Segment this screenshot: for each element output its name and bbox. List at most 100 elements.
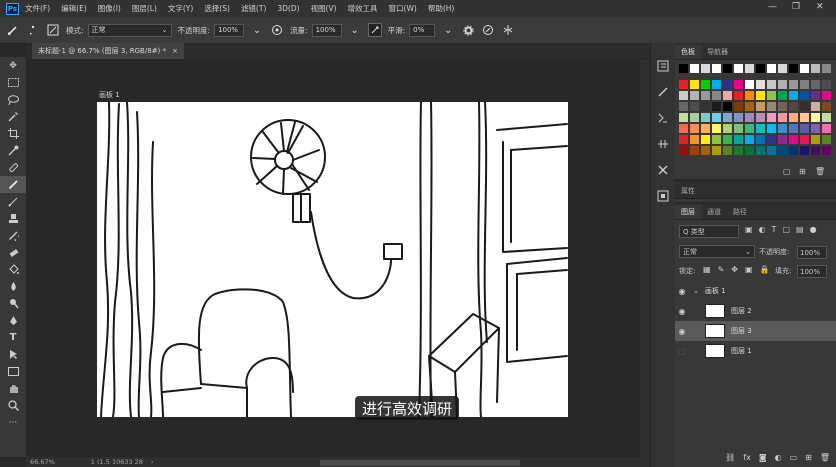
- tab-properties[interactable]: 属性: [675, 184, 701, 198]
- new-layer-icon[interactable]: ⊞: [805, 453, 812, 467]
- color-swatch[interactable]: [745, 91, 754, 100]
- opacity-input[interactable]: 100%: [214, 23, 245, 37]
- color-swatch[interactable]: [723, 64, 732, 73]
- filter-toggle-icon[interactable]: ●: [810, 225, 817, 234]
- color-swatch[interactable]: [811, 80, 820, 89]
- color-swatch[interactable]: [811, 124, 820, 133]
- lock-all-icon[interactable]: 🔒: [760, 265, 770, 274]
- color-swatch[interactable]: [734, 80, 743, 89]
- color-swatch[interactable]: [690, 91, 699, 100]
- brush-settings-panel-icon[interactable]: [651, 79, 675, 105]
- color-swatch[interactable]: [800, 64, 809, 73]
- new-group-icon[interactable]: ▭: [790, 453, 798, 467]
- healing-brush-icon[interactable]: [0, 159, 26, 176]
- color-swatch[interactable]: [778, 64, 787, 73]
- color-swatch[interactable]: [734, 135, 743, 144]
- chevron-down-icon[interactable]: ⌄: [441, 23, 455, 37]
- menu-file[interactable]: 文件(F): [25, 3, 50, 14]
- lasso-tool-icon[interactable]: [0, 91, 26, 108]
- close-window-button[interactable]: ✕: [816, 2, 824, 12]
- close-tab-icon[interactable]: ×: [172, 47, 178, 55]
- tools-preset-panel-icon[interactable]: [651, 157, 675, 183]
- type-tool-icon[interactable]: T: [0, 329, 26, 346]
- color-swatch[interactable]: [756, 113, 765, 122]
- color-swatch[interactable]: [745, 102, 754, 111]
- chevron-down-icon[interactable]: ⌄: [693, 287, 699, 295]
- color-swatch[interactable]: [679, 80, 688, 89]
- new-swatch-icon[interactable]: ⊞: [799, 167, 806, 176]
- airbrush-icon[interactable]: [367, 23, 382, 37]
- color-swatch[interactable]: [723, 124, 732, 133]
- symmetry-icon[interactable]: [501, 23, 515, 37]
- menu-help[interactable]: 帮助(H): [428, 3, 455, 14]
- color-swatch[interactable]: [789, 102, 798, 111]
- color-swatch[interactable]: [679, 102, 688, 111]
- color-swatch[interactable]: [811, 64, 820, 73]
- color-swatch[interactable]: [800, 124, 809, 133]
- menu-layer[interactable]: 图层(L): [132, 3, 157, 14]
- zoom-level[interactable]: 66.67%: [30, 458, 55, 466]
- color-swatch[interactable]: [679, 113, 688, 122]
- color-swatch[interactable]: [690, 80, 699, 89]
- glyphs-panel-icon[interactable]: [651, 183, 675, 209]
- fill-input[interactable]: 100%: [797, 265, 827, 278]
- layer-opacity-input[interactable]: 100%: [797, 246, 827, 259]
- minimize-button[interactable]: —: [768, 2, 777, 12]
- color-swatch[interactable]: [745, 113, 754, 122]
- color-swatch[interactable]: [767, 146, 776, 155]
- color-swatch[interactable]: [712, 102, 721, 111]
- color-swatch[interactable]: [734, 64, 743, 73]
- layer-row-selected[interactable]: ◉ 图层 3: [675, 321, 836, 341]
- color-swatch[interactable]: [767, 135, 776, 144]
- link-layers-icon[interactable]: ⛓: [725, 453, 735, 467]
- color-swatch[interactable]: [800, 135, 809, 144]
- menu-select[interactable]: 选择(S): [204, 3, 230, 14]
- color-swatch[interactable]: [800, 102, 809, 111]
- delete-swatch-icon[interactable]: 🗑: [815, 167, 825, 176]
- color-swatch[interactable]: [811, 135, 820, 144]
- crop-tool-icon[interactable]: [0, 125, 26, 142]
- pressure-opacity-icon[interactable]: [270, 23, 284, 37]
- color-swatch[interactable]: [822, 124, 831, 133]
- color-swatch[interactable]: [756, 64, 765, 73]
- color-swatch[interactable]: [679, 91, 688, 100]
- color-swatch[interactable]: [778, 80, 787, 89]
- maximize-button[interactable]: ❐: [792, 2, 800, 12]
- smoothing-input[interactable]: 0%: [409, 23, 436, 37]
- color-swatch[interactable]: [789, 124, 798, 133]
- color-swatch[interactable]: [679, 124, 688, 133]
- color-swatch[interactable]: [679, 64, 688, 73]
- libraries-panel-icon[interactable]: [651, 105, 675, 131]
- color-swatch[interactable]: [745, 135, 754, 144]
- color-swatch[interactable]: [800, 91, 809, 100]
- chevron-right-icon[interactable]: ›: [151, 458, 154, 466]
- eye-icon[interactable]: ◉: [675, 327, 689, 336]
- color-swatch[interactable]: [712, 80, 721, 89]
- color-swatch[interactable]: [690, 124, 699, 133]
- brush-tool-icon[interactable]: [0, 176, 26, 193]
- color-swatch[interactable]: [789, 80, 798, 89]
- color-swatch[interactable]: [734, 102, 743, 111]
- lock-artboard-icon[interactable]: ▣: [745, 265, 753, 274]
- eye-icon[interactable]: ◉: [675, 287, 689, 296]
- blur-tool-icon[interactable]: [0, 278, 26, 295]
- color-swatch[interactable]: [712, 91, 721, 100]
- color-swatch[interactable]: [822, 135, 831, 144]
- menu-window[interactable]: 窗口(W): [389, 3, 417, 14]
- color-swatch[interactable]: [756, 80, 765, 89]
- layer-row[interactable]: ▢ 图层 1: [675, 341, 836, 361]
- color-swatch[interactable]: [679, 135, 688, 144]
- menu-plugins[interactable]: 增效工具: [348, 3, 378, 14]
- color-swatch[interactable]: [789, 135, 798, 144]
- color-swatch[interactable]: [800, 80, 809, 89]
- color-swatch[interactable]: [778, 135, 787, 144]
- color-swatch[interactable]: [767, 64, 776, 73]
- lock-image-icon[interactable]: ✎: [718, 265, 725, 274]
- color-swatch[interactable]: [756, 102, 765, 111]
- color-swatch[interactable]: [734, 146, 743, 155]
- color-swatch[interactable]: [690, 102, 699, 111]
- menu-image[interactable]: 图像(I): [98, 3, 121, 14]
- eye-icon[interactable]: ▢: [675, 347, 689, 356]
- document-tab[interactable]: 未标题-1 @ 66.7% (图层 3, RGB/8#) * ×: [32, 43, 184, 59]
- brush-settings-icon[interactable]: [46, 23, 60, 37]
